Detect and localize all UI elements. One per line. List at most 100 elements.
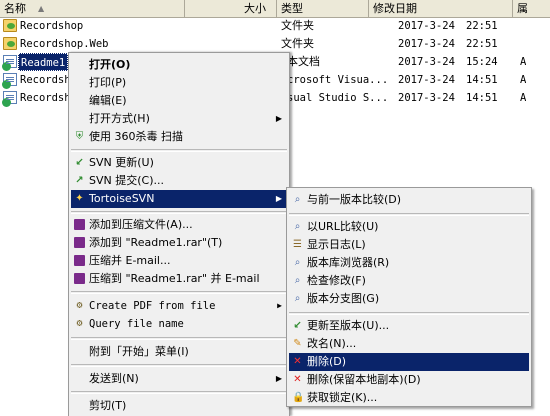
column-name-header[interactable]: 名称 ▲ — [0, 0, 185, 17]
shield-icon: ⛨ — [75, 131, 84, 142]
submenu-item-update-rev[interactable]: ↙ 更新至版本(U)... — [289, 317, 529, 335]
file-attr: A — [520, 92, 527, 104]
submenu-arrow-icon: ▶ — [277, 301, 282, 310]
column-modified-header[interactable]: 修改日期 — [369, 0, 513, 17]
file-date: 2017-3-24 — [398, 92, 455, 104]
file-type: 文件夹 — [281, 19, 314, 32]
submenu-item-rev-graph[interactable]: ⌕ 版本分支图(G) — [289, 290, 529, 308]
column-attr-label: 属 — [517, 2, 528, 15]
tortoise-icon: ✦ — [75, 193, 84, 204]
svn-normal-icon — [2, 62, 11, 71]
file-type: crosoft Visua... — [287, 74, 387, 86]
menu-item-scan-360[interactable]: ⛨ 使用 360杀毒 扫描 — [71, 128, 287, 146]
file-name: Readme1. — [18, 53, 68, 71]
submenu-arrow-icon: ▶ — [275, 194, 282, 203]
lock-icon: 🔒 — [292, 392, 305, 403]
delete-x-icon: ✕ — [293, 374, 302, 385]
svn-commit-icon: ↗ — [75, 175, 84, 186]
gear-icon: ⚙ — [76, 300, 83, 311]
svn-update-icon: ↙ — [75, 157, 84, 168]
file-time: 15:24 — [466, 56, 498, 68]
menu-item-edit[interactable]: 编辑(E) — [71, 92, 287, 110]
file-row[interactable]: Recordshop 文件夹 2017-3-24 22:51 — [0, 17, 550, 35]
file-attr: A — [520, 74, 527, 86]
svn-normal-icon — [2, 98, 11, 107]
submenu-arrow-icon: ▶ — [275, 114, 282, 123]
magnifier-icon: ⌕ — [294, 194, 301, 205]
menu-item-send-to[interactable]: 发送到(N) ▶ — [71, 370, 287, 388]
menu-item-cut[interactable]: 剪切(T) — [71, 397, 287, 415]
document-icon — [2, 55, 17, 71]
file-attr: A — [520, 56, 527, 68]
menu-item-compress-rar-email[interactable]: 压缩到 "Readme1.rar" 并 E-mail — [71, 270, 287, 288]
file-date: 2017-3-24 — [398, 74, 455, 86]
submenu-item-diff-prev[interactable]: ⌕ 与前一版本比较(D) — [289, 191, 529, 209]
submenu-item-get-lock[interactable]: 🔒 获取锁定(K)... — [289, 389, 529, 407]
menu-separator — [71, 211, 287, 214]
file-time: 22:51 — [466, 20, 498, 32]
menu-separator — [71, 391, 287, 394]
menu-item-svn-commit[interactable]: ↗ SVN 提交(C)... — [71, 172, 287, 190]
menu-item-print[interactable]: 打印(P) — [71, 74, 287, 92]
menu-item-compress-email[interactable]: 压缩并 E-mail... — [71, 252, 287, 270]
document-icon — [2, 91, 17, 107]
submenu-item-diff-url[interactable]: ⌕ 以URL比较(U) — [289, 218, 529, 236]
file-date: 2017-3-24 — [398, 38, 455, 50]
column-size-header[interactable]: 大小 — [185, 0, 277, 17]
menu-separator — [71, 364, 287, 367]
file-date: 2017-3-24 — [398, 20, 455, 32]
column-name-label: 名称 — [4, 2, 26, 15]
column-type-header[interactable]: 类型 — [277, 0, 369, 17]
file-time: 14:51 — [466, 92, 498, 104]
revision-graph-icon: ⌕ — [294, 293, 301, 304]
winrar-icon — [74, 237, 85, 248]
submenu-item-repo-browser[interactable]: ⌕ 版本库浏览器(R) — [289, 254, 529, 272]
menu-item-add-rar[interactable]: 添加到 "Readme1.rar"(T) — [71, 234, 287, 252]
file-name: Recordshop — [20, 20, 84, 32]
menu-item-open-with[interactable]: 打开方式(H) ▶ — [71, 110, 287, 128]
check-modifications-icon: ⌕ — [294, 275, 301, 286]
submenu-item-show-log[interactable]: ☰ 显示日志(L) — [289, 236, 529, 254]
column-modified-label: 修改日期 — [373, 2, 417, 15]
winrar-icon — [74, 273, 85, 284]
menu-item-open[interactable]: 打开(O) — [71, 56, 287, 74]
submenu-item-delete[interactable]: ✕ 删除(D) — [289, 353, 529, 371]
column-size-label: 大小 — [244, 2, 266, 15]
pencil-icon: ✎ — [293, 338, 302, 349]
gear-icon: ⚙ — [76, 318, 83, 329]
sort-ascending-icon: ▲ — [38, 4, 45, 13]
menu-item-query-file[interactable]: ⚙ Query file name — [71, 315, 287, 333]
context-menu: 打开(O) 打印(P) 编辑(E) 打开方式(H) ▶ ⛨ 使用 360杀毒 扫描… — [68, 52, 290, 416]
menu-item-tortoisesvn[interactable]: ✦ TortoiseSVN ▶ — [71, 190, 287, 208]
submenu-arrow-icon: ▶ — [275, 374, 282, 383]
menu-separator — [289, 213, 529, 216]
document-icon — [2, 73, 17, 89]
menu-separator — [71, 149, 287, 152]
folder-icon — [3, 37, 17, 50]
file-time: 14:51 — [466, 74, 498, 86]
menu-item-create-pdf[interactable]: ⚙ Create PDF from file ▶ — [71, 297, 287, 315]
file-date: 2017-3-24 — [398, 56, 455, 68]
column-attr-header[interactable]: 属 — [513, 0, 550, 17]
file-row[interactable]: Recordshop.Web 文件夹 2017-3-24 22:51 — [0, 35, 550, 53]
folder-icon — [3, 19, 17, 32]
menu-separator — [71, 337, 287, 340]
menu-item-svn-update[interactable]: ↙ SVN 更新(U) — [71, 154, 287, 172]
submenu-item-rename[interactable]: ✎ 改名(N)... — [289, 335, 529, 353]
log-icon: ☰ — [293, 239, 302, 250]
menu-separator — [71, 291, 287, 294]
repo-browser-icon: ⌕ — [294, 257, 301, 268]
winrar-icon — [74, 219, 85, 230]
winrar-icon — [74, 255, 85, 266]
column-type-label: 类型 — [281, 2, 303, 15]
file-time: 22:51 — [466, 38, 498, 50]
menu-separator — [289, 312, 529, 315]
svn-normal-icon — [2, 80, 11, 89]
submenu-item-check-mod[interactable]: ⌕ 检查修改(F) — [289, 272, 529, 290]
submenu-item-delete-keep-local[interactable]: ✕ 删除(保留本地副本)(D) — [289, 371, 529, 389]
menu-item-add-archive[interactable]: 添加到压缩文件(A)... — [71, 216, 287, 234]
tortoisesvn-submenu: ⌕ 与前一版本比较(D) ⌕ 以URL比较(U) ☰ 显示日志(L) ⌕ 版本库… — [286, 187, 532, 407]
file-type: 文件夹 — [281, 37, 314, 50]
file-name: Recordshop.Web — [20, 38, 109, 50]
menu-item-attach-start[interactable]: 附到「开始」菜单(I) — [71, 343, 287, 361]
